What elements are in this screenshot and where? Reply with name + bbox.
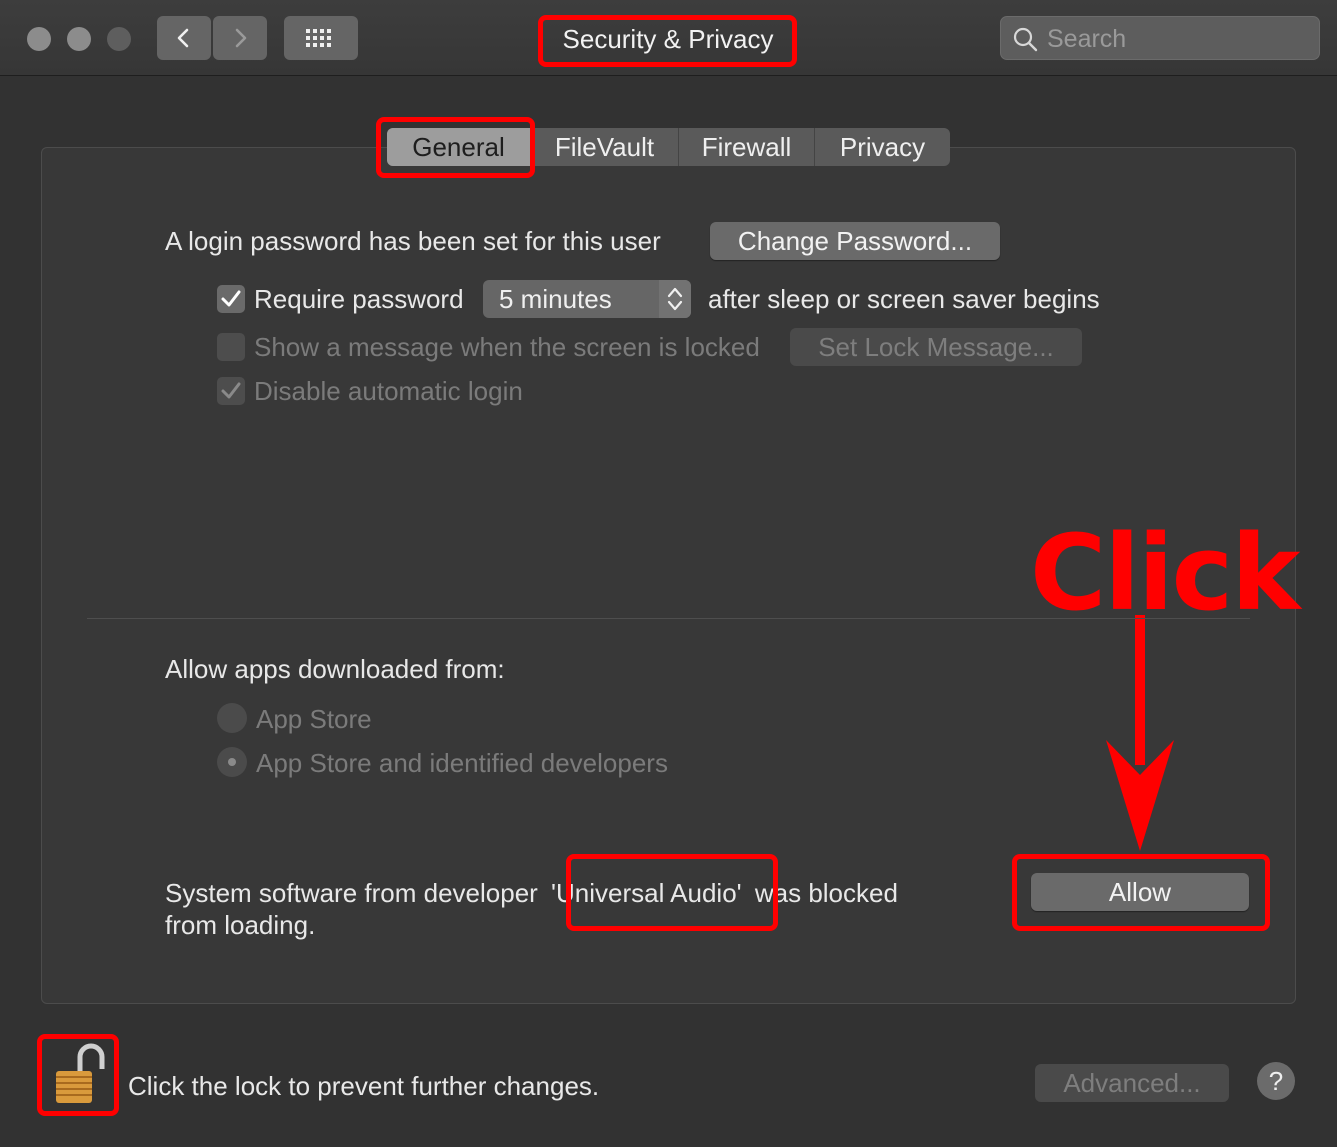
blocked-message-line2: from loading. (165, 910, 316, 940)
chevron-right-icon (235, 28, 247, 48)
zoom-window-button[interactable] (107, 27, 131, 51)
annotation-highlight-title (538, 15, 797, 67)
annotation-highlight-lock (37, 1034, 119, 1116)
tab-filevault[interactable]: FileVault (531, 128, 679, 166)
search-icon (1013, 27, 1038, 52)
tab-privacy[interactable]: Privacy (815, 128, 950, 166)
blocked-message-line1: System software from developer 'Universa… (165, 878, 898, 909)
blocked-text-prefix: System software from developer (165, 878, 546, 908)
show-message-label: Show a message when the screen is locked (254, 332, 760, 362)
require-password-interval-select[interactable]: 5 minutes (483, 280, 691, 318)
radio-app-store-label: App Store (256, 704, 372, 734)
back-button[interactable] (157, 16, 211, 60)
close-window-button[interactable] (27, 27, 51, 51)
checkmark-icon (221, 382, 241, 399)
disable-auto-login-label: Disable automatic login (254, 376, 523, 406)
set-lock-message-button[interactable]: Set Lock Message... (790, 328, 1082, 366)
require-password-label: Require password (254, 284, 464, 314)
advanced-button[interactable]: Advanced... (1035, 1064, 1229, 1102)
chevron-left-icon (177, 28, 189, 48)
help-button[interactable]: ? (1257, 1062, 1295, 1100)
annotation-arrow-icon (1106, 615, 1174, 851)
allow-apps-heading: Allow apps downloaded from: (165, 654, 505, 684)
disable-auto-login-checkbox[interactable] (217, 377, 245, 405)
tab-firewall[interactable]: Firewall (679, 128, 815, 166)
radio-selected-dot (228, 758, 236, 766)
radio-app-store-identified[interactable] (217, 747, 247, 777)
grid-icon (306, 29, 331, 47)
radio-app-store-identified-label: App Store and identified developers (256, 748, 668, 778)
checkmark-icon (221, 290, 241, 307)
radio-app-store[interactable] (217, 703, 247, 733)
annotation-highlight-allow (1012, 854, 1270, 931)
after-sleep-text: after sleep or screen saver begins (708, 284, 1100, 314)
forward-button[interactable] (213, 16, 267, 60)
updown-arrows-icon (659, 280, 691, 318)
minimize-window-button[interactable] (67, 27, 91, 51)
section-divider (87, 618, 1250, 619)
annotation-highlight-general-tab (376, 117, 535, 178)
show-message-checkbox[interactable] (217, 333, 245, 361)
search-field[interactable] (1000, 16, 1320, 60)
lock-hint-text: Click the lock to prevent further change… (128, 1071, 600, 1101)
change-password-button[interactable]: Change Password... (710, 222, 1000, 260)
show-all-button[interactable] (284, 16, 358, 60)
require-password-checkbox[interactable] (217, 285, 245, 313)
select-value: 5 minutes (499, 284, 612, 314)
annotation-highlight-developer (566, 854, 778, 931)
search-input[interactable] (1045, 21, 1309, 57)
login-password-text: A login password has been set for this u… (165, 226, 661, 256)
